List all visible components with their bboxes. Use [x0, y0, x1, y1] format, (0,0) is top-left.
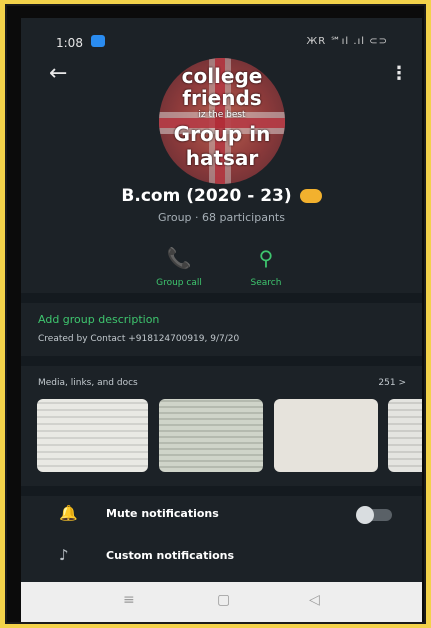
group-call-label: Group call — [156, 278, 202, 288]
mute-notifications-row[interactable]: 🔔 Mute notifications — [21, 500, 422, 530]
custom-notifications-row[interactable]: ♪ Custom notifications — [21, 542, 422, 572]
media-thumbnail[interactable] — [159, 399, 263, 472]
group-call-button[interactable]: 📞 Group call — [139, 246, 219, 288]
section-divider — [21, 486, 422, 496]
camera-indicator-icon — [91, 35, 105, 47]
section-divider — [21, 356, 422, 366]
search-label: Search — [250, 278, 282, 288]
status-bar: 1:08 ЖR ℠ıl .ıl ⊂⊃ — [21, 18, 422, 60]
more-options-icon[interactable]: ⋮ — [390, 63, 408, 84]
recent-apps-icon[interactable]: ≡ — [123, 592, 135, 608]
created-by-text: Created by Contact +918124700919, 9/7/20 — [38, 334, 240, 344]
media-thumbnail[interactable] — [37, 399, 148, 472]
status-time: 1:08 — [56, 36, 83, 50]
media-thumbnail[interactable] — [388, 399, 422, 472]
search-icon: ⚲ — [258, 246, 274, 270]
back-arrow-icon[interactable]: ← — [49, 61, 67, 86]
avatar-text: hatsar — [185, 146, 259, 170]
add-call-icon: 📞 — [166, 246, 192, 270]
mute-notifications-label: Mute notifications — [106, 507, 219, 520]
group-name[interactable]: B.com (2020 - 23) — [21, 186, 422, 206]
back-nav-icon[interactable]: ◁ — [309, 592, 320, 608]
media-count[interactable]: 251 > — [378, 378, 406, 388]
media-thumbnail[interactable] — [274, 399, 378, 472]
group-avatar[interactable]: college friends iz the best Group in hat… — [159, 58, 285, 184]
avatar-text: Group in — [173, 122, 271, 146]
handshake-emoji-icon — [299, 189, 322, 203]
home-icon[interactable]: ▢ — [217, 592, 230, 608]
group-subtitle: Group · 68 participants — [158, 211, 285, 224]
custom-notifications-label: Custom notifications — [106, 549, 235, 562]
mute-toggle[interactable] — [356, 506, 392, 524]
search-button[interactable]: ⚲ Search — [226, 246, 306, 288]
phone-screen: 1:08 ЖR ℠ıl .ıl ⊂⊃ ← ⋮ college friends i… — [21, 18, 422, 622]
avatar-text: iz the best — [198, 110, 246, 120]
section-divider — [21, 293, 422, 303]
add-group-description-link[interactable]: Add group description — [38, 313, 159, 326]
music-note-icon: ♪ — [59, 546, 69, 564]
avatar-text: friends — [182, 86, 262, 110]
avatar-text: college — [181, 64, 263, 88]
media-section-label[interactable]: Media, links, and docs — [38, 378, 138, 388]
group-name-text: B.com (2020 - 23) — [121, 186, 292, 206]
toggle-knob — [356, 506, 374, 524]
status-icons: ЖR ℠ıl .ıl ⊂⊃ — [306, 36, 388, 47]
system-nav-bar: ≡ ▢ ◁ — [21, 582, 422, 622]
bell-icon: 🔔 — [59, 504, 78, 522]
